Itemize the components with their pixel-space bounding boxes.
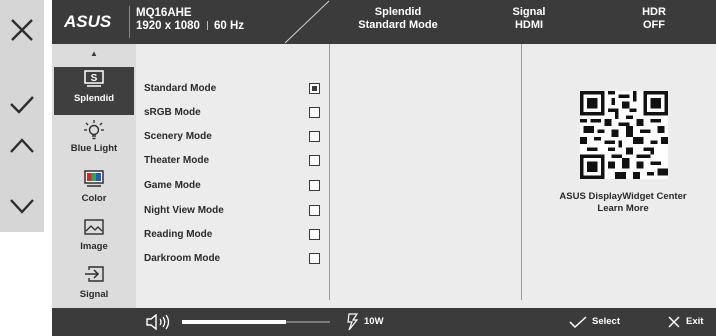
up-key[interactable] [0,126,44,166]
resolution: 1920 x 1080 [136,20,200,32]
mode-label: sRGB Mode [144,107,201,118]
mode-label: Game Mode [144,180,201,191]
qr-caption-title: ASUS DisplayWidget Center [559,191,687,202]
osd-footer: 10W Select Exit [52,308,716,336]
asus-logo: ASUS [64,12,112,30]
input-signal-icon [85,266,104,282]
mode-option-game[interactable]: Game Mode [144,178,328,194]
sidebar-item-label: Blue Light [70,143,118,154]
mode-checkbox[interactable] [309,205,320,216]
header-slash [284,0,330,44]
qr-code[interactable] [580,91,668,179]
mode-label: Theater Mode [144,155,210,166]
select-hint: Select [592,316,620,327]
status-signal: Signal HDMI [489,6,569,32]
mode-label: Night View Mode [144,205,224,216]
sidebar-item-label: Image [80,241,108,252]
bulb-icon [84,120,104,140]
status-title: Splendid [374,6,422,18]
volume-fill [182,320,286,324]
select-check-icon [569,316,587,328]
confirm-key[interactable] [0,84,44,124]
column-divider [329,44,330,300]
mode-checkbox[interactable] [309,180,320,191]
column-divider [521,44,522,300]
sidebar-item-blue-light[interactable]: Blue Light [54,117,134,165]
monitor-s-icon: S [84,70,104,87]
sidebar-item-image[interactable]: Image [54,215,134,263]
mode-option-srgb[interactable]: sRGB Mode [144,105,328,121]
status-value: OFF [643,19,665,31]
power-bolt-icon [347,313,359,331]
model-name: MQ16AHE [136,7,192,19]
volume-slider[interactable] [182,320,330,324]
mode-checkbox[interactable] [309,229,320,240]
svg-text:S: S [91,73,98,84]
chevron-up-icon [10,138,34,153]
sidebar-item-splendid[interactable]: S Splendid [54,67,134,115]
chevron-down-icon [10,199,34,214]
close-icon [11,19,33,41]
sidebar-item-label: Splendid [73,93,115,104]
qr-caption: ASUS DisplayWidget Center Learn More [530,191,716,215]
asus-logo-text: ASUS [64,12,112,30]
display-mode: 1920 x 1080 60 Hz [136,20,244,33]
sidebar-item-label: Color [81,193,107,204]
mode-option-reading[interactable]: Reading Mode [144,227,328,243]
header-divider [129,6,130,38]
mode-checkbox[interactable] [309,107,320,118]
status-value: HDMI [514,19,544,31]
mode-checkbox[interactable] [309,253,320,264]
power-value: 10W [364,316,384,327]
exit-hint: Exit [686,316,704,327]
mode-option-scenery[interactable]: Scenery Mode [144,129,328,145]
scroll-up-icon[interactable]: ▲ [52,49,136,59]
check-icon [10,96,34,114]
osd-header: ASUS MQ16AHE 1920 x 1080 60 Hz Splendid S… [52,0,716,44]
model-info: MQ16AHE 1920 x 1080 60 Hz [136,7,244,33]
mode-option-night-view[interactable]: Night View Mode [144,203,328,219]
mode-checkbox[interactable] [309,155,320,166]
mode-checkbox[interactable] [309,83,320,94]
picture-icon [84,219,104,235]
close-key[interactable] [0,10,44,50]
mode-label: Standard Mode [144,83,217,94]
down-key[interactable] [0,186,44,226]
sidebar-item-signal[interactable]: Signal [54,263,134,311]
separator [206,21,208,30]
status-splendid: Splendid Standard Mode [348,6,448,32]
refresh-rate: 60 Hz [213,20,244,32]
exit-x-icon [668,316,680,328]
color-bars-icon [84,170,104,187]
sidebar-item-label: Signal [79,289,109,300]
learn-more-link[interactable]: Learn More [530,203,716,215]
mode-option-darkroom[interactable]: Darkroom Mode [144,251,328,267]
osd-panel: ASUS MQ16AHE 1920 x 1080 60 Hz Splendid S… [52,0,716,336]
mode-label: Reading Mode [144,229,213,240]
status-title: Signal [512,6,546,18]
status-value: Standard Mode [358,19,438,31]
status-title: HDR [642,6,666,18]
sidebar-item-color[interactable]: Color [54,167,134,215]
mode-option-theater[interactable]: Theater Mode [144,153,328,169]
sidebar: ▲ S Splendid Blue Light Color Image Sign… [52,44,136,323]
status-hdr: HDR OFF [614,6,694,32]
mode-checkbox[interactable] [309,131,320,142]
mode-label: Scenery Mode [144,131,212,142]
mode-label: Darkroom Mode [144,253,221,264]
osd-key-strip [0,0,44,232]
mode-option-standard[interactable]: Standard Mode [144,81,328,97]
volume-icon [146,314,170,330]
